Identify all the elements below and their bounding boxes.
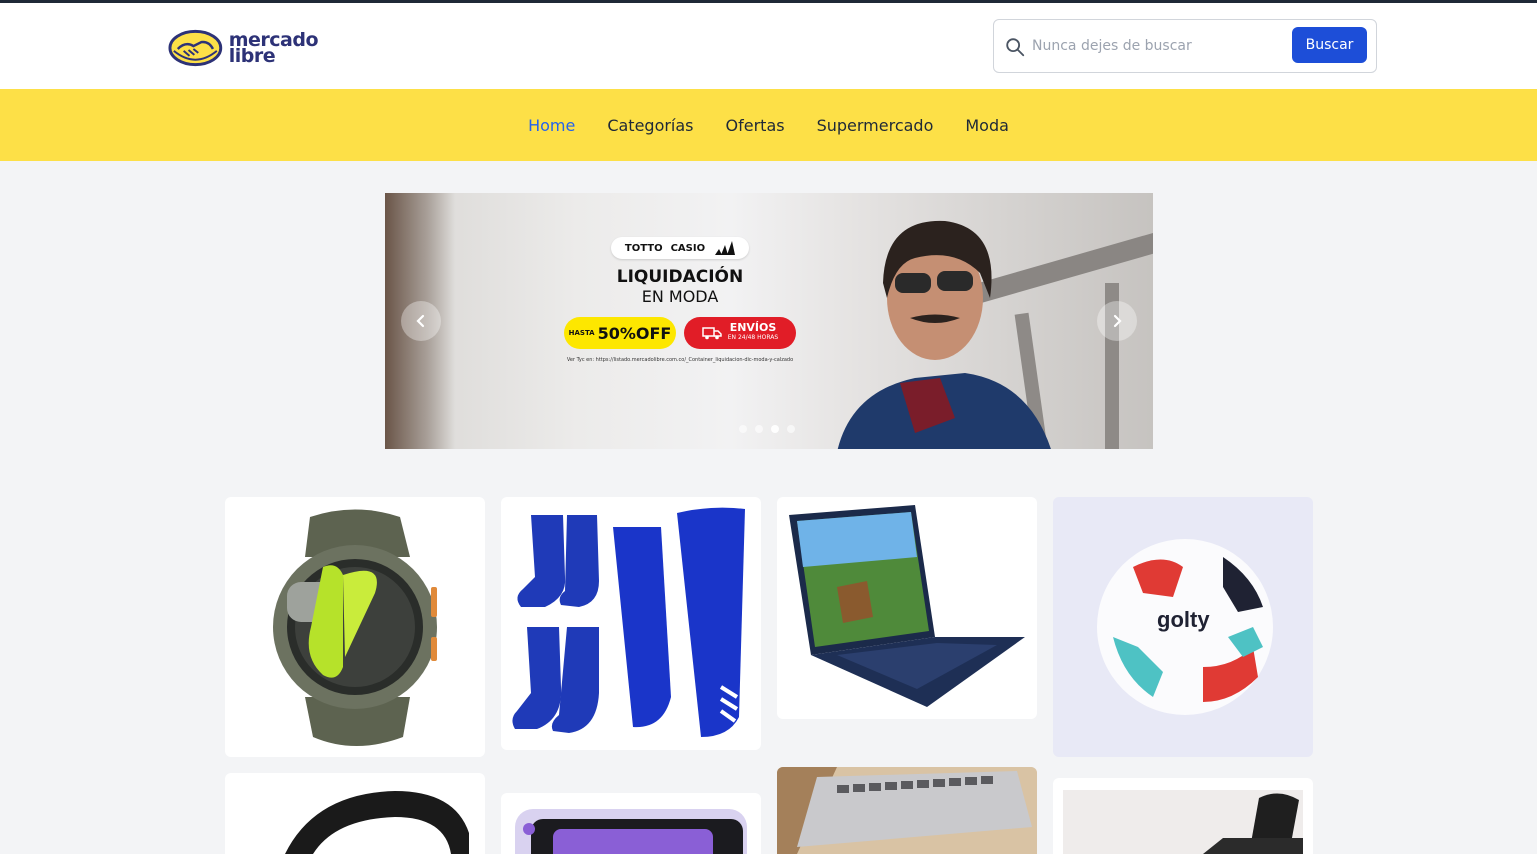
search-icon	[1006, 38, 1025, 57]
product-card-fitness-band[interactable]	[225, 773, 485, 854]
chevron-right-icon	[1113, 314, 1122, 328]
promo-carousel[interactable]: TOTTO CASIO LIQUIDACIÓN EN MODA HASTA 50…	[385, 193, 1153, 449]
promo-subtitle: EN MODA	[641, 287, 719, 306]
search-button[interactable]: Buscar	[1292, 27, 1367, 63]
carousel-dot[interactable]	[739, 425, 747, 433]
nav-ofertas[interactable]: Ofertas	[726, 116, 785, 135]
mercado-libre-logo[interactable]: mercado libre	[168, 27, 319, 69]
soccer-ball-image: golty	[1097, 539, 1273, 715]
soccer-socks-image	[512, 507, 745, 737]
promo-badges: HASTA 50%OFF ENVÍOS EN 24/48 HORAS	[555, 317, 805, 349]
tablet-image	[515, 809, 747, 854]
promo-title: LIQUIDACIÓN	[616, 267, 744, 287]
product-card-soccer-socks[interactable]	[501, 497, 761, 750]
shipping-badge: ENVÍOS EN 24/48 HORAS	[684, 317, 796, 349]
promo-content: TOTTO CASIO LIQUIDACIÓN EN MODA HASTA 50…	[555, 233, 805, 373]
brand-casio: CASIO	[670, 242, 706, 254]
product-card-laptop-keyboard[interactable]	[777, 767, 1037, 854]
product-card-laptop[interactable]	[777, 497, 1037, 719]
banner-model-image	[837, 220, 1051, 449]
carousel-prev-button[interactable]	[401, 301, 441, 341]
product-card-strap-product[interactable]	[1053, 778, 1313, 854]
adidas-logo-icon	[715, 241, 736, 255]
search-input[interactable]	[1032, 30, 1282, 62]
nav-moda[interactable]: Moda	[965, 116, 1009, 135]
carousel-dot[interactable]	[755, 425, 763, 433]
strap-product-image	[1063, 790, 1303, 854]
brand-pill: TOTTO CASIO	[611, 237, 749, 259]
carousel-dot-active[interactable]	[771, 425, 779, 433]
laptop-image	[789, 505, 1025, 707]
discount-badge: HASTA 50%OFF	[564, 317, 676, 349]
smartwatch-image	[273, 509, 437, 746]
handshake-logo-icon	[168, 29, 223, 67]
product-card-tablet[interactable]	[501, 793, 761, 854]
search-bar: Buscar	[993, 19, 1377, 73]
shipping-subtitle: EN 24/48 HORAS	[727, 334, 779, 341]
brand-totto: TOTTO	[624, 242, 663, 254]
laptop-keyboard-image	[777, 767, 1037, 854]
nav-categorias[interactable]: Categorías	[607, 116, 693, 135]
main-nav: Home Categorías Ofertas Supermercado Mod…	[0, 89, 1537, 161]
nav-supermercado[interactable]: Supermercado	[817, 116, 934, 135]
truck-icon	[702, 327, 722, 340]
carousel-dot[interactable]	[787, 425, 795, 433]
logo-wordmark: mercado libre	[229, 31, 319, 66]
site-header: mercado libre Buscar	[0, 3, 1537, 89]
discount-value: 50%OFF	[597, 323, 672, 343]
chevron-left-icon	[416, 314, 425, 328]
product-card-smartwatch[interactable]	[225, 497, 485, 757]
discount-prefix: HASTA	[568, 329, 595, 337]
nav-home[interactable]: Home	[528, 116, 575, 135]
carousel-indicators	[739, 425, 795, 433]
product-card-soccer-ball[interactable]: golty	[1053, 497, 1313, 757]
fitness-band-image	[285, 791, 469, 854]
carousel-next-button[interactable]	[1097, 301, 1137, 341]
svg-text:golty: golty	[1157, 607, 1210, 632]
terms-text: Ver Tyc en: https://listado.mercadolibre…	[566, 357, 794, 363]
